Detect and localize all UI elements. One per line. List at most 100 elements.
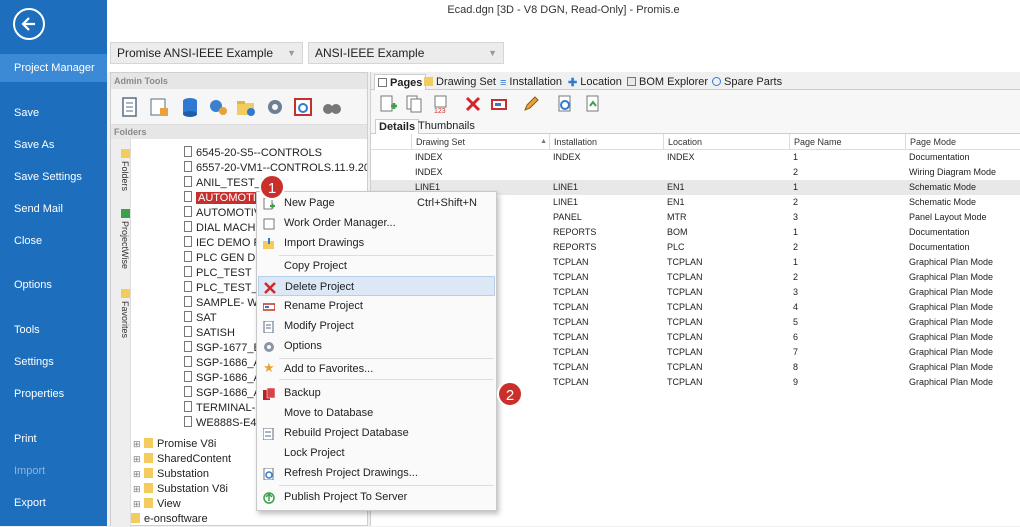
tree-folder[interactable]: ⊞ Substation V8i [133,482,228,497]
sidebar-item-tools[interactable]: Tools [0,316,107,344]
gear-icon[interactable] [264,96,286,118]
menu-publish-project[interactable]: Publish Project To Server [258,487,495,507]
refresh-icon[interactable] [555,94,575,114]
tab-thumbnails[interactable]: Thumbnails [415,119,478,133]
sidebar-item-save-as[interactable]: Save As [0,131,107,159]
col-drawing-set[interactable]: Drawing Set ▲ [411,134,551,150]
menu-refresh-project-drawings[interactable]: Refresh Project Drawings... [258,463,495,483]
table-cell: TCPLAN [667,257,703,267]
table-row[interactable]: INDEX 2 Wiring Diagram Mode [371,165,1020,180]
table-cell: Graphical Plan Mode [909,257,994,267]
tab-favorites[interactable]: Favorites [112,289,130,338]
menu-copy-project[interactable]: Copy Project [258,256,495,276]
expand-icon[interactable]: ⊞ [133,437,142,452]
table-cell: 3 [793,287,799,297]
menu-backup-label: Backup [284,387,321,399]
menu-import-drawings[interactable]: Import Drawings [258,233,495,253]
menu-work-order-manager[interactable]: Work Order Manager... [258,213,495,233]
star-icon [120,289,130,298]
tree-item[interactable]: SATISH [184,326,235,341]
tab-pages[interactable]: Pages [374,74,427,90]
menu-options[interactable]: Options [258,336,495,356]
project-file-icon [184,311,192,322]
table-cell: 9 [793,377,799,387]
back-arrow-icon[interactable] [13,8,45,40]
rebuild-icon [262,427,275,441]
menu-rebuild-project-database[interactable]: Rebuild Project Database [258,423,495,443]
delete-icon[interactable] [463,94,483,114]
folder-icon[interactable] [235,96,257,118]
expand-icon[interactable]: ⊞ [133,452,142,467]
sidebar-item-properties[interactable]: Properties [0,380,107,408]
copy-page-icon[interactable] [404,94,424,114]
menu-move-to-database[interactable]: Move to Database [258,403,495,423]
edit-pencil-icon[interactable] [521,94,541,114]
tree-folder[interactable]: e-onsoftware [131,512,208,525]
col-location[interactable]: Location [663,134,789,150]
sidebar-item-options[interactable]: Options [0,271,107,299]
expand-icon[interactable]: ⊞ [133,497,142,512]
tree-item[interactable]: 6545-20-S5--CONTROLS [184,146,322,161]
properties-icon[interactable] [490,94,510,114]
menu-delete-project[interactable]: Delete Project [258,276,495,296]
col-page-mode[interactable]: Page Mode [905,134,1020,150]
sidebar-item-settings[interactable]: Settings [0,348,107,376]
col-page-name[interactable]: Page Name [789,134,907,150]
col-installation[interactable]: Installation [549,134,663,150]
tree-folder[interactable]: ⊞ SharedContent [133,452,231,467]
sidebar-item-save-settings[interactable]: Save Settings [0,163,107,191]
menu-backup[interactable]: Backup [258,383,495,403]
menu-lock-project[interactable]: Lock Project [258,443,495,463]
tab-installation[interactable]: ≡ Installation [500,74,562,90]
tree-item[interactable]: SAT [184,311,217,326]
database-settings-icon[interactable] [207,96,229,118]
sidebar-item-export[interactable]: Export [0,489,107,517]
table-cell: Graphical Plan Mode [909,287,994,297]
database-icon[interactable] [179,96,201,118]
sidebar-item-send-mail[interactable]: Send Mail [0,195,107,223]
table-cell: Panel Layout Mode [909,212,987,222]
tab-details[interactable]: Details [375,119,420,134]
table-cell: REPORTS [553,227,597,237]
renumber-icon[interactable]: 123 [432,94,452,115]
example-combo[interactable]: ANSI-IEEE Example ▼ [308,42,504,64]
menu-add-to-favorites[interactable]: ★ Add to Favorites... [258,359,495,379]
power-calendar-icon[interactable] [292,96,314,118]
table-row[interactable]: INDEX INDEX INDEX 1 Documentation [371,150,1020,165]
table-cell: INDEX [415,152,443,162]
tree-folder-label: e-onsoftware [144,513,208,525]
tree-folder[interactable]: ⊞ Promise V8i [133,437,216,452]
sync-icon[interactable] [583,94,603,114]
sidebar-item-save[interactable]: Save [0,99,107,127]
tab-folders[interactable]: Folders [112,149,130,191]
sidebar-item-print[interactable]: Print [0,425,107,453]
table-cell: LINE1 [553,182,579,192]
expand-icon[interactable]: ⊞ [133,482,142,497]
menu-modify-label: Modify Project [284,320,354,332]
table-cell: 2 [793,197,799,207]
project-file-icon [184,206,192,217]
project-combo-value: Promise ANSI-IEEE Example [117,46,274,60]
tree-folder[interactable]: ⊞ View [133,497,181,512]
tab-bom-explorer[interactable]: BOM Explorer [627,74,708,90]
document-icon[interactable] [119,96,141,118]
tab-projectwise[interactable]: ProjectWise [112,209,130,269]
tab-drawing-set[interactable]: Drawing Set [424,74,496,90]
tab-spare-parts[interactable]: Spare Parts [712,74,782,90]
tree-item[interactable]: PLC_TEST_1 [184,281,264,296]
sidebar-item-project-manager[interactable]: Project Manager [0,54,107,82]
new-page-icon[interactable] [378,94,398,114]
project-combo[interactable]: Promise ANSI-IEEE Example ▼ [110,42,303,64]
tree-folder[interactable]: ⊞ Substation [133,467,209,482]
menu-modify-project[interactable]: Modify Project [258,316,495,336]
expand-icon[interactable]: ⊞ [133,467,142,482]
report-icon[interactable] [148,96,170,118]
menu-new-page[interactable]: New Page Ctrl+Shift+N [258,193,495,213]
binoculars-icon[interactable] [321,96,343,118]
menu-rename-project[interactable]: Rename Project [258,296,495,316]
tab-projectwise-label: ProjectWise [120,221,130,270]
sidebar-item-close[interactable]: Close [0,227,107,255]
tree-item[interactable]: PLC_TEST [184,266,252,281]
folder-icon [144,438,153,448]
tab-location[interactable]: ✚ Location [568,74,622,90]
